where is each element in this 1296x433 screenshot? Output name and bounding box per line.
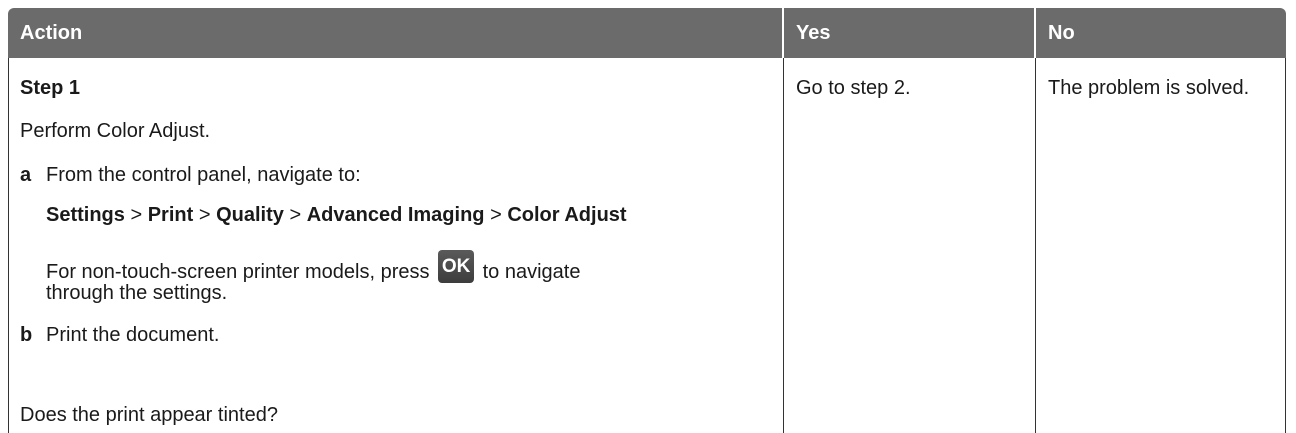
header-yes: Yes bbox=[784, 8, 1034, 58]
intro-text: Perform Color Adjust. bbox=[20, 120, 211, 142]
path-quality: Quality bbox=[216, 204, 284, 226]
step-title: Step 1 bbox=[20, 77, 81, 99]
header-no: No bbox=[1036, 8, 1286, 58]
path-color-adjust: Color Adjust bbox=[507, 204, 627, 226]
no-text: The problem is solved. bbox=[1048, 77, 1250, 99]
yes-cell: Go to step 2. bbox=[784, 58, 1035, 433]
path-separator: > bbox=[130, 204, 143, 226]
ok-button-icon: OK bbox=[438, 250, 475, 283]
substep-b-text: Print the document. bbox=[46, 324, 220, 346]
path-print: Print bbox=[147, 204, 194, 226]
troubleshooting-table: Action Yes No Step 1 Perform Color Adjus… bbox=[8, 8, 1286, 433]
menu-path: Settings > Print > Quality > Advanced Im… bbox=[46, 202, 627, 228]
path-settings: Settings bbox=[46, 204, 125, 226]
substep-b-letter: b bbox=[20, 324, 33, 346]
nontouch-line-2: through the settings. bbox=[46, 282, 228, 304]
substep-a-text: From the control panel, navigate to: bbox=[46, 164, 361, 186]
question-text: Does the print appear tinted? bbox=[20, 404, 278, 426]
header-action: Action bbox=[8, 8, 782, 58]
yes-text: Go to step 2. bbox=[796, 77, 911, 99]
action-cell: Step 1 Perform Color Adjust. a From the … bbox=[8, 58, 783, 433]
path-separator: > bbox=[198, 204, 211, 226]
path-separator: > bbox=[289, 204, 302, 226]
path-separator: > bbox=[490, 204, 502, 226]
substep-a-letter: a bbox=[20, 164, 32, 186]
nontouch-text-after: to navigate bbox=[482, 260, 581, 283]
no-cell: The problem is solved. bbox=[1036, 58, 1286, 433]
path-advanced-imaging: Advanced Imaging bbox=[306, 204, 485, 226]
